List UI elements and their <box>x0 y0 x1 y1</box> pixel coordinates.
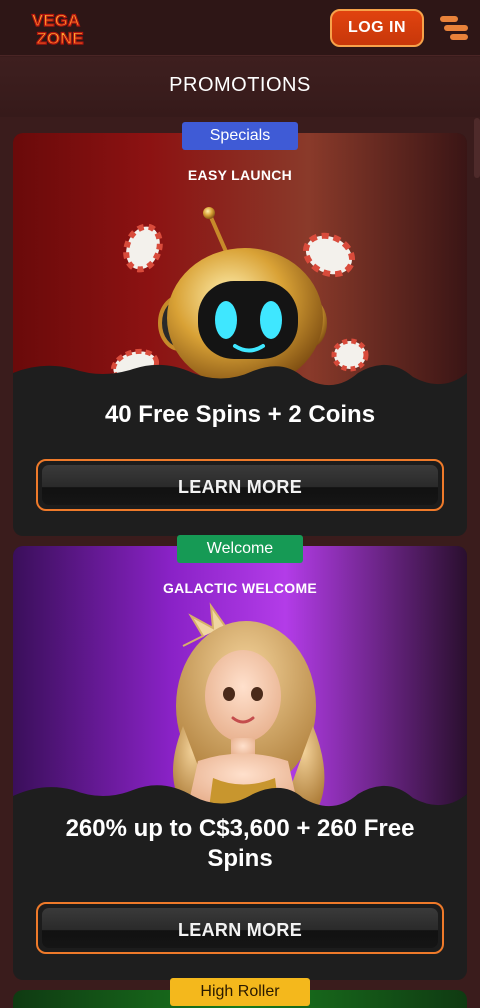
login-button[interactable]: LOG IN <box>330 9 424 47</box>
promo-subtitle: GALACTIC WELCOME <box>162 580 318 596</box>
promo-card-welcome: GALACTIC WELCOME 260% up to C$3,600 + 26… <box>13 546 467 980</box>
learn-more-button[interactable]: LEARN MORE <box>36 459 444 511</box>
badge-welcome: Welcome <box>177 535 303 563</box>
top-header: VEGA ZONE LOG IN <box>0 0 480 56</box>
vegazone-logo[interactable]: VEGA ZONE <box>14 8 98 48</box>
promo-card-specials: EASY LAUNCH 40 Free Spins + 2 Coins LEAR… <box>13 133 467 536</box>
logo-text-top: VEGA <box>32 11 80 30</box>
login-label: LOG IN <box>347 19 407 36</box>
learn-more-label: LEARN MORE <box>42 465 438 505</box>
promo-headline: 260% up to C$3,600 + 260 Free Spins <box>65 815 415 872</box>
promo-subtitle: EASY LAUNCH <box>187 167 293 183</box>
badge-specials: Specials <box>182 122 298 150</box>
page-title: PROMOTIONS <box>169 74 311 96</box>
scrollbar[interactable] <box>474 118 480 178</box>
learn-more-button[interactable]: LEARN MORE <box>36 902 444 954</box>
learn-more-label: LEARN MORE <box>42 908 438 948</box>
badge-high-roller: High Roller <box>170 978 310 1006</box>
menu-icon[interactable] <box>438 12 470 44</box>
logo-text-bottom: ZONE <box>36 29 83 48</box>
promo-headline: 40 Free Spins + 2 Coins <box>104 401 376 428</box>
